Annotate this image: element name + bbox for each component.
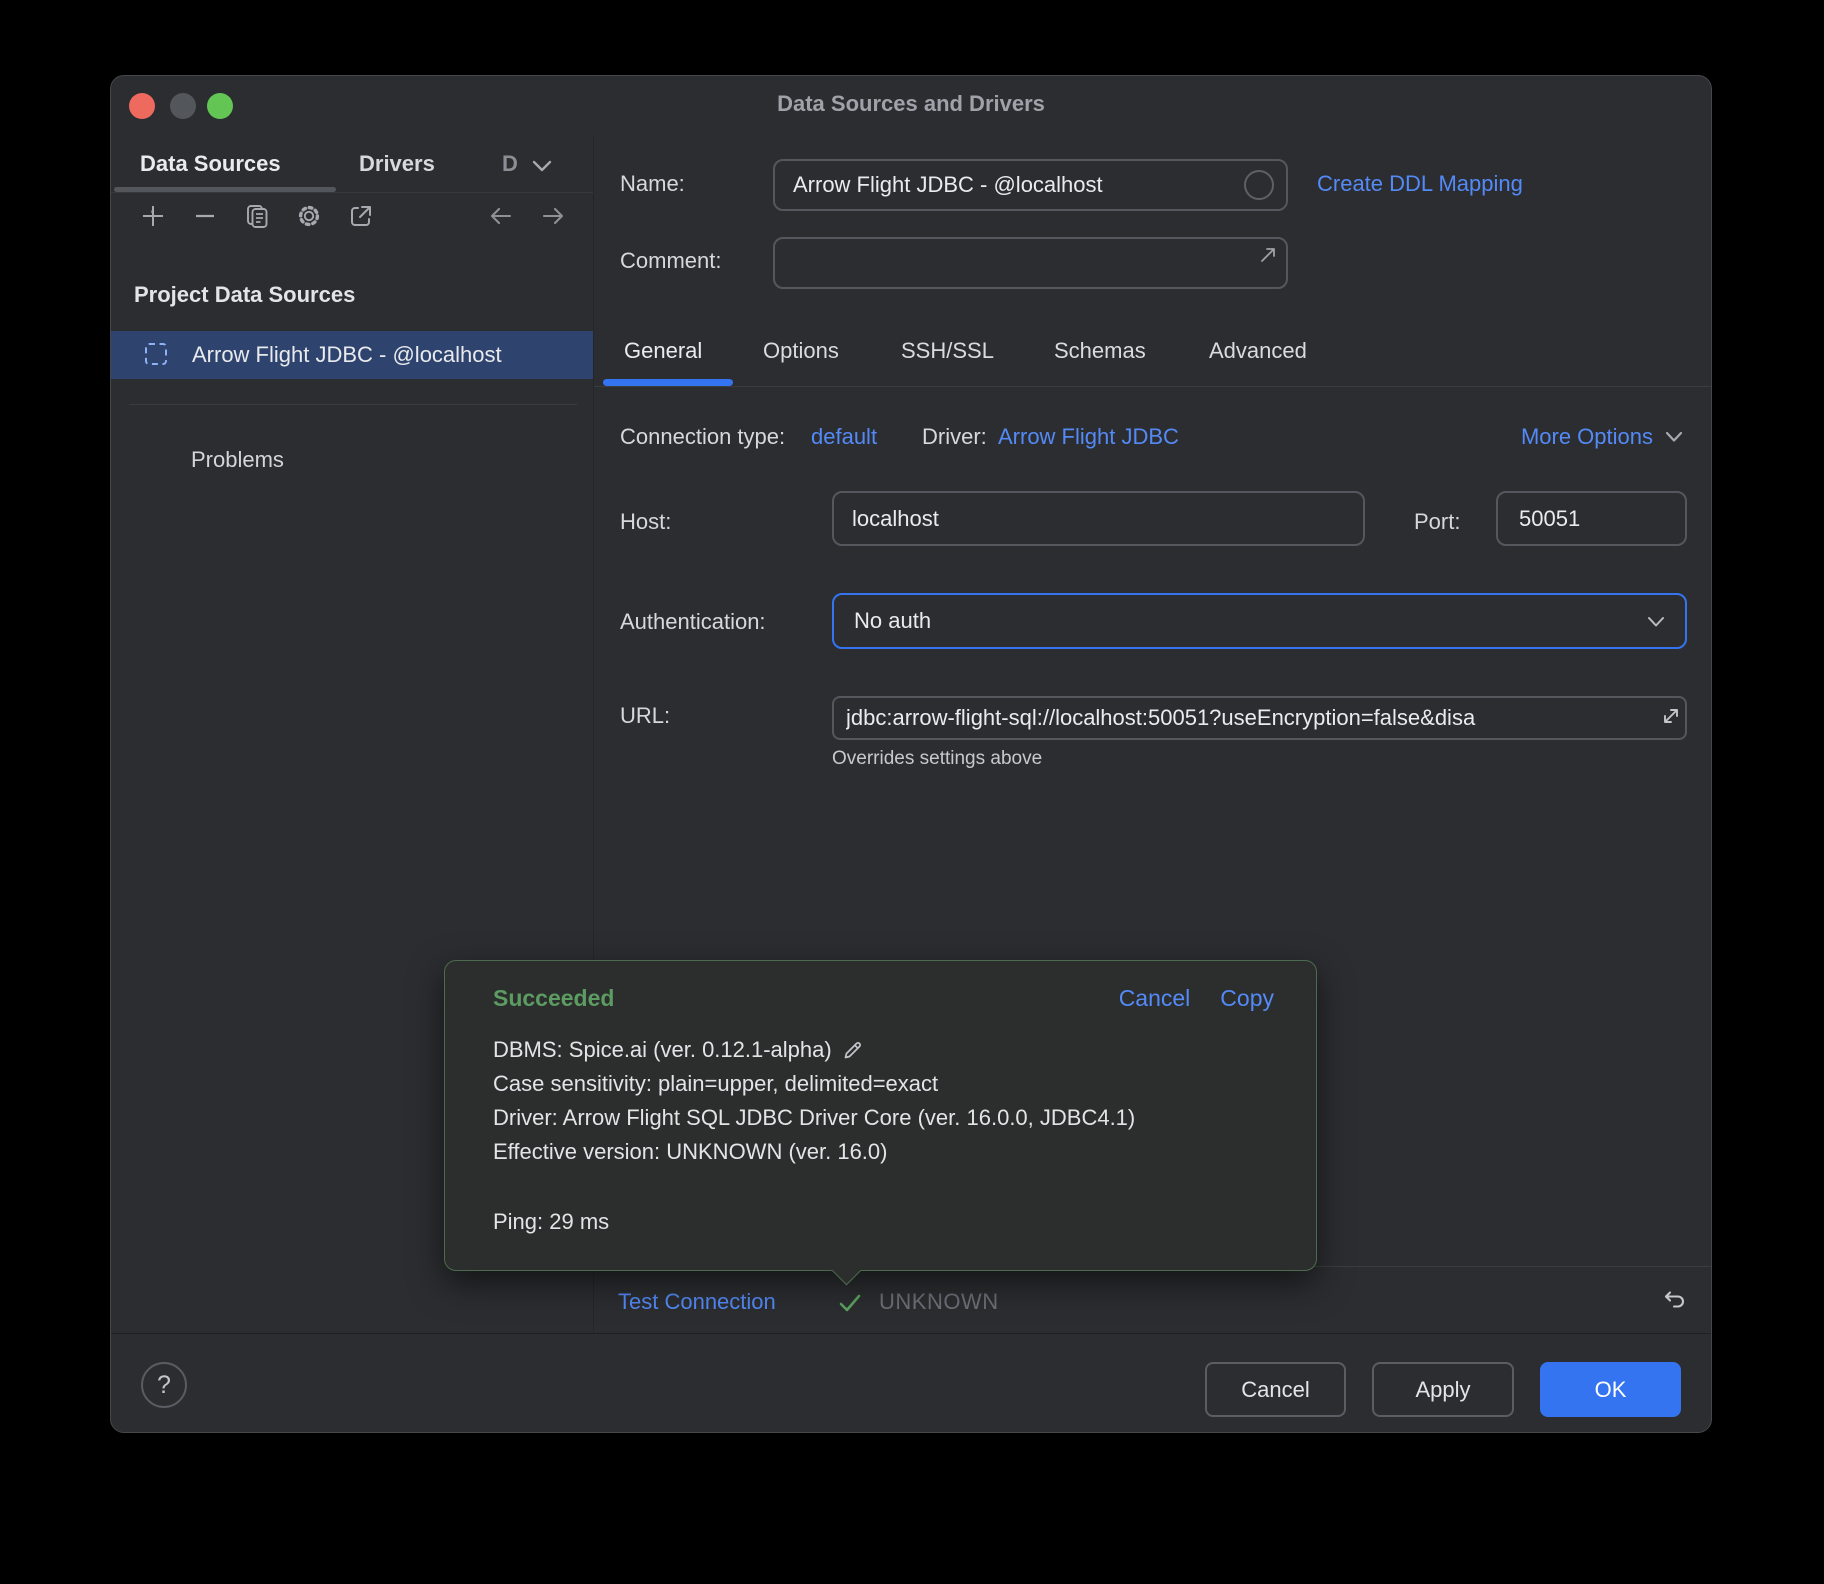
undo-icon[interactable] [1659, 1284, 1689, 1314]
cancel-button[interactable]: Cancel [1205, 1362, 1346, 1417]
connection-type-value[interactable]: default [811, 424, 877, 450]
tab-schemas[interactable]: Schemas [1054, 338, 1146, 364]
selected-tab-underline [114, 187, 336, 192]
active-tab-underline [603, 379, 733, 386]
host-value: localhost [852, 493, 939, 544]
url-hint: Overrides settings above [832, 748, 1042, 770]
host-input[interactable]: localhost [832, 491, 1365, 546]
url-label: URL: [620, 703, 670, 729]
tab-options[interactable]: Options [763, 338, 839, 364]
remove-icon[interactable] [192, 203, 218, 229]
data-source-item-label: Arrow Flight JDBC - @localhost [192, 331, 502, 379]
open-in-new-window-icon[interactable] [348, 203, 374, 229]
popup-notch [832, 1256, 862, 1286]
duplicate-icon[interactable] [244, 203, 270, 229]
gear-icon[interactable] [296, 203, 322, 229]
datasource-icon [145, 343, 167, 365]
window-title: Data Sources and Drivers [111, 91, 1711, 117]
expand-url-icon[interactable] [1659, 704, 1683, 728]
popup-ping-line: Ping: 29 ms [493, 1205, 609, 1239]
tab-drivers[interactable]: Drivers [359, 136, 435, 192]
connection-type-label: Connection type: [620, 424, 785, 450]
url-value: jdbc:arrow-flight-sql://localhost:50051?… [846, 698, 1669, 738]
ok-button[interactable]: OK [1540, 1362, 1681, 1417]
popup-cancel-link[interactable]: Cancel [1119, 985, 1191, 1012]
driver-label: Driver: [922, 424, 987, 450]
expand-comment-icon[interactable] [1258, 245, 1278, 265]
authentication-dropdown[interactable]: No auth [832, 593, 1687, 649]
tab-overflow-truncated[interactable]: D [502, 136, 518, 192]
popup-dbms-line: DBMS: Spice.ai (ver. 0.12.1-alpha) [493, 1033, 832, 1067]
authentication-label: Authentication: [620, 609, 766, 635]
authentication-value: No auth [854, 595, 931, 647]
popup-version-line: Effective version: UNKNOWN (ver. 16.0) [493, 1135, 1135, 1169]
create-ddl-mapping-link[interactable]: Create DDL Mapping [1317, 171, 1523, 197]
host-label: Host: [620, 509, 671, 535]
tab-advanced[interactable]: Advanced [1209, 338, 1307, 364]
chevron-down-icon[interactable] [531, 159, 553, 173]
apply-button[interactable]: Apply [1372, 1362, 1514, 1417]
more-options-label[interactable]: More Options [1521, 424, 1653, 450]
data-sources-dialog: Data Sources and Drivers Data Sources Dr… [110, 75, 1712, 1433]
port-input[interactable]: 50051 [1496, 491, 1687, 546]
data-source-list-item-selected[interactable]: Arrow Flight JDBC - @localhost [111, 331, 593, 379]
driver-value-link[interactable]: Arrow Flight JDBC [998, 424, 1179, 450]
tab-general[interactable]: General [624, 338, 702, 364]
test-connection-result-popup: Succeeded Cancel Copy DBMS: Spice.ai (ve… [444, 960, 1317, 1271]
pencil-icon[interactable] [842, 1039, 864, 1061]
tab-data-sources[interactable]: Data Sources [140, 136, 281, 192]
tab-ssh-ssl[interactable]: SSH/SSL [901, 338, 994, 364]
comment-input[interactable] [773, 237, 1288, 289]
popup-copy-link[interactable]: Copy [1220, 985, 1274, 1012]
name-status-circle-icon [1244, 170, 1274, 200]
screen: Data Sources and Drivers Data Sources Dr… [0, 0, 1824, 1584]
back-arrow-icon[interactable] [488, 203, 514, 229]
tab-strip-divider [594, 386, 1712, 387]
comment-label: Comment: [620, 248, 721, 274]
name-value: Arrow Flight JDBC - @localhost [793, 161, 1103, 209]
footer-divider [111, 1333, 1712, 1334]
more-options[interactable]: More Options [1521, 424, 1683, 450]
problems-item[interactable]: Problems [191, 447, 284, 473]
name-input[interactable]: Arrow Flight JDBC - @localhost [773, 159, 1288, 211]
check-icon [837, 1290, 863, 1316]
status-badge: Succeeded [493, 985, 614, 1012]
forward-arrow-icon[interactable] [540, 203, 566, 229]
connection-result-text: UNKNOWN [879, 1289, 999, 1315]
sidebar-tab-strip: Data Sources Drivers D [111, 136, 593, 193]
help-button[interactable]: ? [141, 1362, 187, 1408]
port-value: 50051 [1519, 493, 1580, 544]
chevron-down-icon [1665, 431, 1683, 443]
url-input[interactable]: jdbc:arrow-flight-sql://localhost:50051?… [832, 696, 1687, 740]
name-label: Name: [620, 171, 685, 197]
popup-case-line: Case sensitivity: plain=upper, delimited… [493, 1067, 1135, 1101]
test-connection-link[interactable]: Test Connection [618, 1289, 776, 1315]
popup-driver-line: Driver: Arrow Flight SQL JDBC Driver Cor… [493, 1101, 1135, 1135]
project-data-sources-header: Project Data Sources [134, 282, 355, 308]
sidebar-divider [129, 404, 577, 405]
chevron-down-icon [1647, 616, 1665, 628]
add-icon[interactable] [140, 203, 166, 229]
port-label: Port: [1414, 509, 1460, 535]
